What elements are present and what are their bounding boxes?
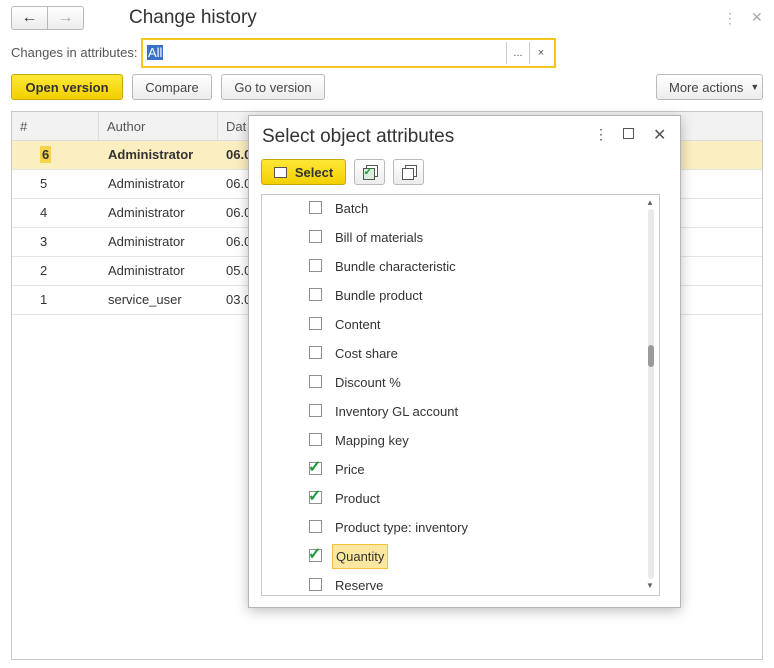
list-item[interactable]: Reserve [262, 571, 647, 595]
checkbox[interactable] [309, 259, 322, 272]
row-number: 1 [40, 292, 48, 307]
list-item[interactable]: ✓ Quantity [262, 542, 647, 571]
scroll-track[interactable] [648, 209, 654, 579]
maximize-icon[interactable] [623, 128, 634, 139]
row-number: 6 [40, 146, 52, 163]
dialog-title: Select object attributes [262, 126, 455, 147]
back-button[interactable]: ← [11, 6, 48, 30]
column-header-author[interactable]: Author [99, 112, 218, 141]
row-author: service_user [108, 292, 182, 307]
compare-button[interactable]: Compare [132, 74, 212, 100]
attribute-label: Bundle product [335, 288, 423, 303]
go-to-version-button[interactable]: Go to version [221, 74, 325, 100]
checkbox[interactable] [309, 375, 322, 388]
list-item[interactable]: Batch [262, 195, 647, 223]
check-all-icon: ✓ [362, 165, 378, 180]
filter-value[interactable]: All [147, 45, 164, 60]
check-all-button[interactable]: ✓ [354, 159, 385, 185]
attribute-label: Price [335, 462, 365, 477]
column-header-number[interactable]: # [12, 112, 99, 141]
list-item[interactable]: Bundle product [262, 281, 647, 310]
attribute-label: Product [335, 491, 380, 506]
scroll-thumb[interactable] [648, 345, 654, 367]
attribute-label: Product type: inventory [335, 520, 468, 535]
checkbox[interactable] [309, 288, 322, 301]
select-button[interactable]: Select [261, 159, 346, 185]
checkmark-icon: ✓ [308, 546, 322, 563]
attributes-list[interactable]: Batch Bill of materials Bundle character… [261, 194, 660, 596]
attribute-label: Cost share [335, 346, 398, 361]
attribute-label: Batch [335, 201, 369, 216]
forward-button[interactable]: → [47, 6, 84, 30]
select-list-icon [273, 166, 287, 178]
list-item[interactable]: Discount % [262, 368, 647, 397]
clear-button[interactable]: × [529, 42, 552, 64]
attribute-label: Bundle characteristic [335, 259, 456, 274]
attribute-label: Content [335, 317, 381, 332]
scroll-down-icon[interactable]: ▼ [646, 581, 654, 590]
scroll-up-icon[interactable]: ▲ [646, 198, 654, 207]
list-item[interactable]: Product type: inventory [262, 513, 647, 542]
checkbox[interactable] [309, 404, 322, 417]
more-menu-icon[interactable]: ⋮ [723, 10, 737, 27]
page-title: Change history [129, 7, 257, 28]
checkbox[interactable] [309, 578, 322, 591]
open-version-button[interactable]: Open version [11, 74, 123, 100]
attributes-filter-field[interactable]: All ... × [141, 38, 556, 68]
attribute-label: Mapping key [335, 433, 409, 448]
row-author: Administrator [108, 176, 185, 191]
row-author: Administrator [108, 147, 194, 162]
dialog-more-icon[interactable]: ⋮ [594, 126, 608, 143]
arrow-left-icon: ← [21, 9, 38, 26]
row-number: 5 [40, 176, 48, 191]
navigation-buttons: ← → [11, 6, 85, 30]
checkbox[interactable] [309, 201, 322, 214]
row-number: 3 [40, 234, 48, 249]
checkbox[interactable] [309, 230, 322, 243]
checkmark-icon: ✓ [308, 459, 322, 476]
list-item[interactable]: ✓ Product [262, 484, 647, 513]
arrow-right-icon: → [57, 9, 74, 26]
row-author: Administrator [108, 234, 185, 249]
choose-button[interactable]: ... [506, 42, 529, 64]
more-actions-label: More actions [669, 79, 744, 95]
list-item[interactable]: Cost share [262, 339, 647, 368]
attribute-label: Inventory GL account [335, 404, 459, 419]
list-item[interactable]: Mapping key [262, 426, 647, 455]
close-icon[interactable]: ✕ [751, 9, 763, 26]
filter-label: Changes in attributes: [11, 45, 138, 60]
select-attributes-dialog: Select object attributes ⋮ ✕ Select ✓ Ba… [248, 115, 681, 608]
list-item[interactable]: ✓ Price [262, 455, 647, 484]
checkmark-icon: ✓ [308, 488, 322, 505]
more-actions-button[interactable]: More actions ▼ [656, 74, 763, 100]
checkbox[interactable] [309, 317, 322, 330]
checkbox[interactable] [309, 433, 322, 446]
list-item[interactable]: Bundle characteristic [262, 252, 647, 281]
attribute-label: Quantity [332, 544, 389, 569]
uncheck-all-button[interactable] [393, 159, 424, 185]
list-scrollbar[interactable]: ▲ ▼ [645, 195, 657, 595]
list-item[interactable]: Content [262, 310, 647, 339]
attribute-label: Reserve [335, 578, 384, 593]
row-number: 4 [40, 205, 48, 220]
attribute-label: Bill of materials [335, 230, 424, 245]
list-item[interactable]: Inventory GL account [262, 397, 647, 426]
select-button-label: Select [294, 164, 334, 180]
row-author: Administrator [108, 205, 185, 220]
list-item[interactable]: Bill of materials [262, 223, 647, 252]
dropdown-arrow-icon: ▼ [750, 82, 760, 92]
row-number: 2 [40, 263, 48, 278]
checkbox[interactable] [309, 520, 322, 533]
row-author: Administrator [108, 263, 185, 278]
uncheck-all-icon [401, 165, 417, 180]
checkbox[interactable] [309, 346, 322, 359]
attribute-label: Discount % [335, 375, 401, 390]
dialog-close-icon[interactable]: ✕ [653, 125, 666, 145]
